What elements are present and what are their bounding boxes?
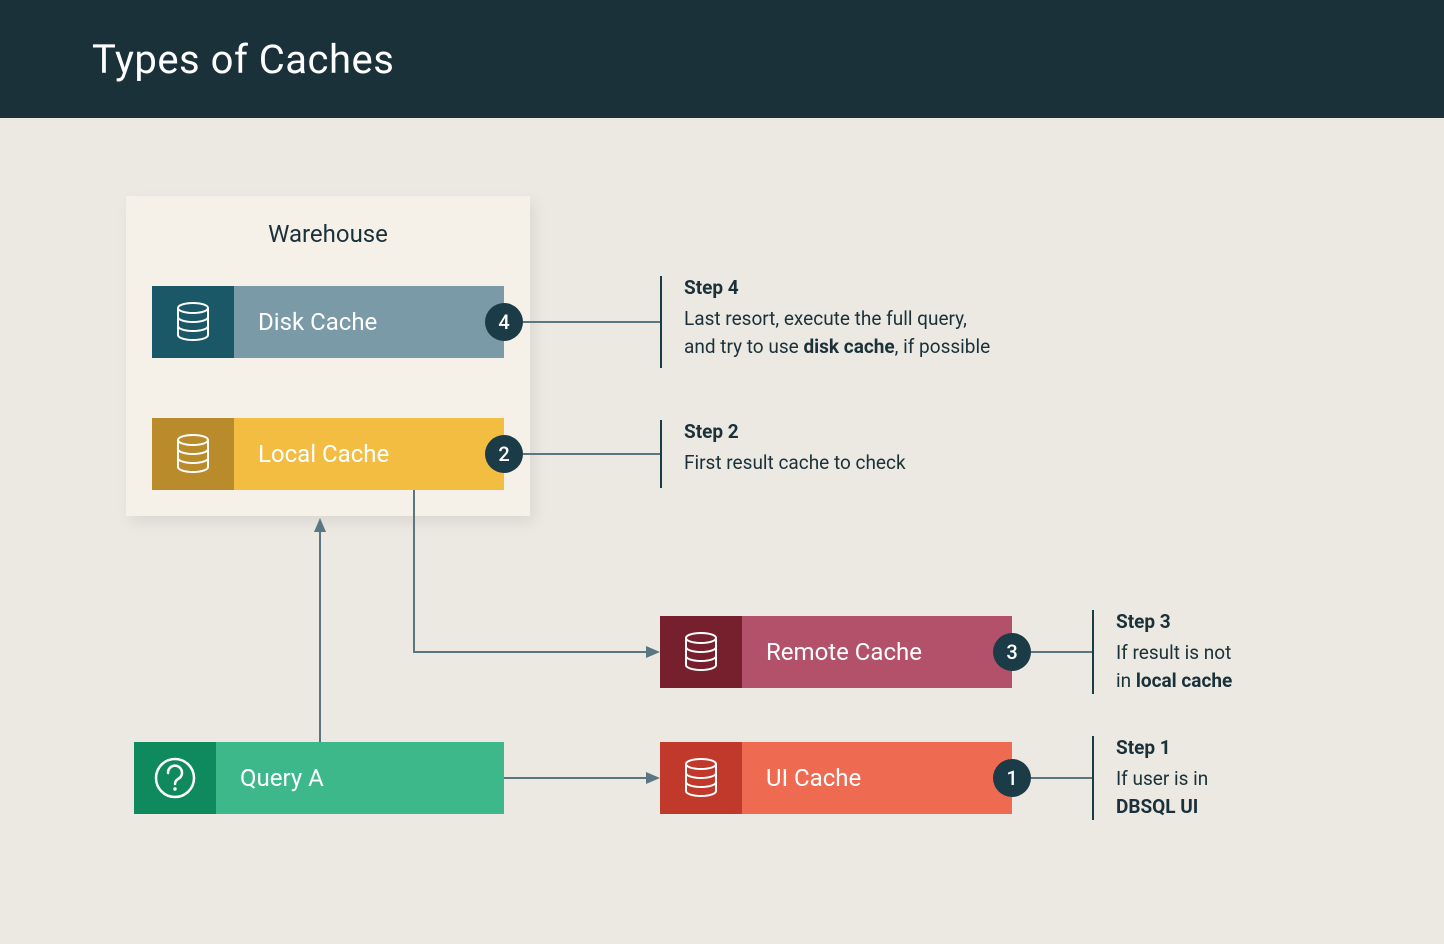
step-4-body: Last resort, execute the full query, and… [684, 305, 990, 360]
badge-2: 2 [485, 435, 523, 473]
database-icon [152, 286, 234, 358]
step-1-title: Step 1 [1116, 736, 1208, 759]
local-cache-label: Local Cache [234, 418, 504, 490]
step-3: Step 3 If result is not in local cache [1092, 610, 1232, 694]
step-3-bold: local cache [1136, 669, 1232, 692]
step-4-line2a: and try to use [684, 335, 803, 358]
diagram-canvas: Warehouse Disk Cache 4 Local Cache 2 [0, 118, 1444, 944]
step-3-line2a: in [1116, 669, 1136, 692]
step-1-body: If user is in DBSQL UI [1116, 765, 1208, 820]
disk-cache-label: Disk Cache [234, 286, 504, 358]
badge-1: 1 [993, 759, 1031, 797]
question-icon [134, 742, 216, 814]
step-3-title: Step 3 [1116, 610, 1232, 633]
ui-cache-label: UI Cache [742, 742, 1012, 814]
step-4-line2b: , if possible [895, 335, 991, 358]
arrow-local-to-remote [400, 490, 664, 670]
database-icon [152, 418, 234, 490]
step-3-body: If result is not in local cache [1116, 639, 1232, 694]
badge-3: 3 [993, 633, 1031, 671]
step-4: Step 4 Last resort, execute the full que… [660, 276, 990, 368]
warehouse-label: Warehouse [152, 220, 504, 248]
local-cache-row: Local Cache [152, 418, 504, 490]
step-4-bold: disk cache [803, 335, 894, 358]
line-disk-to-step4 [523, 314, 663, 334]
step-3-line1: If result is not [1116, 641, 1231, 664]
step-1-line1: If user is in [1116, 767, 1208, 790]
disk-cache-row: Disk Cache [152, 286, 504, 358]
step-2-title: Step 2 [684, 420, 906, 443]
step-2-body: First result cache to check [684, 449, 906, 477]
arrow-query-to-warehouse [300, 516, 340, 742]
line-local-to-step2 [523, 446, 663, 466]
ui-cache-row: UI Cache [660, 742, 1012, 814]
step-1-bold: DBSQL UI [1116, 795, 1198, 818]
badge-4: 4 [485, 303, 523, 341]
line-ui-to-step1 [1031, 770, 1095, 790]
header-bar: Types of Caches [0, 0, 1444, 118]
remote-cache-label: Remote Cache [742, 616, 1012, 688]
arrow-query-to-ui [504, 768, 664, 788]
line-remote-to-step3 [1031, 644, 1095, 664]
step-1: Step 1 If user is in DBSQL UI [1092, 736, 1208, 820]
step-2: Step 2 First result cache to check [660, 420, 906, 488]
database-icon [660, 616, 742, 688]
step-4-title: Step 4 [684, 276, 990, 299]
page-title: Types of Caches [92, 36, 394, 83]
query-a-row: Query A [134, 742, 504, 814]
remote-cache-row: Remote Cache [660, 616, 1012, 688]
query-a-label: Query A [216, 742, 504, 814]
database-icon [660, 742, 742, 814]
step-4-line1: Last resort, execute the full query, [684, 307, 967, 330]
